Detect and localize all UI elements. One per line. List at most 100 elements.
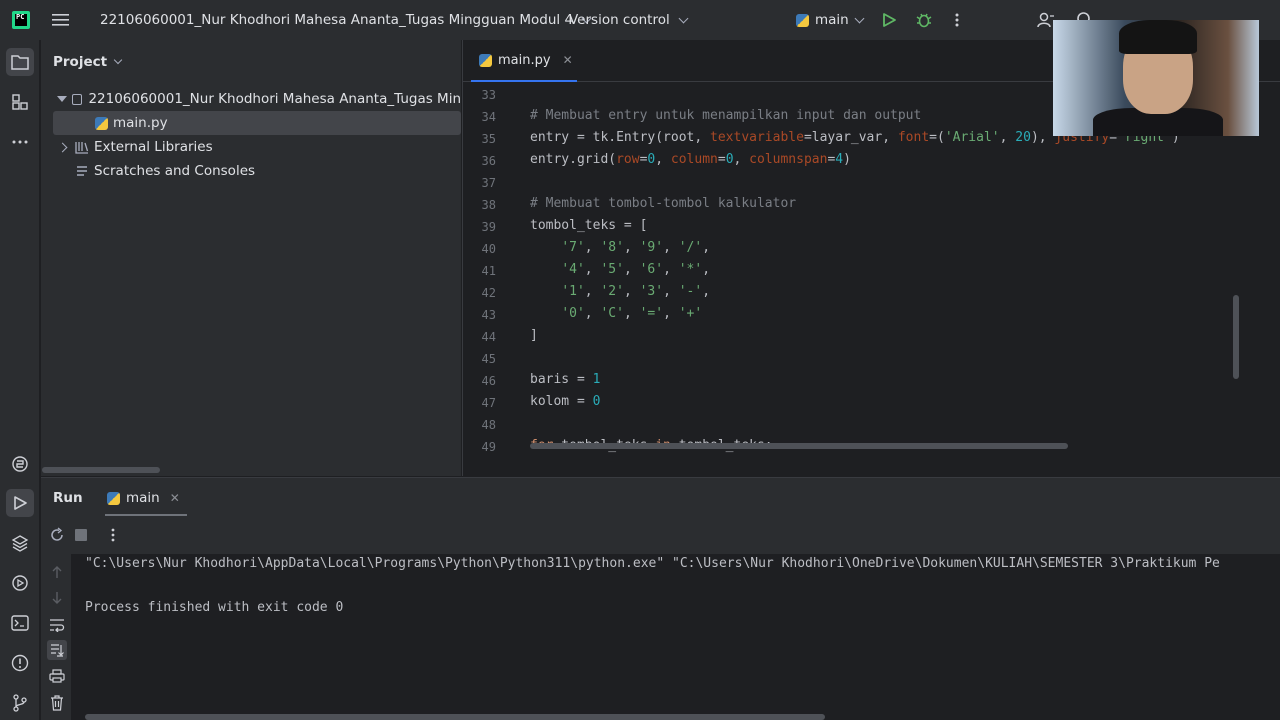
clear-all-button[interactable] <box>47 693 67 713</box>
stop-button[interactable] <box>71 525 91 545</box>
more-tools-button[interactable] <box>6 128 34 156</box>
python-file-icon <box>107 491 120 505</box>
left-tool-strip <box>0 40 40 720</box>
webcam-overlay <box>1053 20 1259 136</box>
editor-vertical-scrollbar[interactable] <box>1233 295 1239 379</box>
tree-item-main-py[interactable]: main.py <box>53 111 461 135</box>
python-file-icon <box>95 116 108 130</box>
run-tool-button[interactable] <box>6 489 34 517</box>
run-tab-main[interactable]: main ✕ <box>105 482 187 516</box>
terminal-icon <box>11 615 29 631</box>
python-file-icon <box>479 53 492 67</box>
code-line[interactable]: '7', '8', '9', '/', <box>530 240 710 255</box>
folder-icon <box>11 55 29 70</box>
console-line: "C:\Users\Nur Khodhori\AppData\Local\Pro… <box>85 556 1220 571</box>
code-line[interactable]: kolom = 0 <box>530 394 600 409</box>
chevron-down-icon <box>854 13 865 23</box>
project-horizontal-scrollbar[interactable] <box>42 467 160 473</box>
print-button[interactable] <box>47 666 67 686</box>
editor-horizontal-scrollbar[interactable] <box>530 443 1068 449</box>
line-number: 40 <box>481 242 496 256</box>
line-number: 35 <box>481 132 496 146</box>
more-horizontal-icon <box>12 140 28 144</box>
line-number: 36 <box>481 154 496 168</box>
python-packages-button[interactable] <box>6 450 34 478</box>
code-line[interactable]: # Membuat tombol-tombol kalkulator <box>530 196 796 211</box>
scroll-down-button[interactable] <box>47 588 67 608</box>
run-icon <box>14 496 27 510</box>
run-button[interactable] <box>882 0 896 40</box>
problems-tool-button[interactable] <box>6 649 34 677</box>
line-number: 44 <box>481 330 496 344</box>
python-console-button[interactable] <box>6 569 34 597</box>
line-number: 41 <box>481 264 496 278</box>
code-line[interactable]: '4', '5', '6', '*', <box>530 262 710 277</box>
project-tool-button[interactable] <box>6 48 34 76</box>
run-icon <box>883 13 896 27</box>
vcs-tool-button[interactable] <box>6 689 34 717</box>
project-panel-header[interactable]: Project <box>53 54 123 70</box>
editor-tab-label: main.py <box>498 52 551 68</box>
project-name: 22106060001_Nur Khodhori Mahesa Ananta_T… <box>100 12 574 28</box>
scroll-to-end-button[interactable] <box>47 640 67 660</box>
python-packages-icon <box>12 456 28 472</box>
close-icon[interactable]: ✕ <box>563 53 573 67</box>
scratches-icon <box>77 166 87 176</box>
tree-item-external-libraries[interactable]: External Libraries <box>41 135 461 159</box>
folder-icon <box>71 93 83 105</box>
main-menu-button[interactable] <box>52 0 70 40</box>
code-line[interactable]: # Membuat entry untuk menampilkan input … <box>530 108 921 123</box>
run-tab-label: main <box>126 490 160 506</box>
run-more-options-button[interactable] <box>103 525 123 545</box>
services-tool-button[interactable] <box>6 529 34 557</box>
chevron-down-icon <box>113 55 123 65</box>
console-horizontal-scrollbar[interactable] <box>85 714 825 720</box>
pycharm-logo-icon: PC <box>12 11 30 29</box>
user-icon <box>1037 12 1054 28</box>
stop-icon <box>75 529 87 541</box>
console-output[interactable]: "C:\Users\Nur Khodhori\AppData\Local\Pro… <box>71 554 1280 720</box>
code-line[interactable]: baris = 1 <box>530 372 600 387</box>
tree-item-label: External Libraries <box>94 139 213 155</box>
collapse-arrow-icon[interactable] <box>54 142 70 152</box>
run-config-selector[interactable]: main <box>796 0 865 40</box>
more-vertical-icon <box>955 13 959 27</box>
version-control-label: Version control <box>569 12 670 28</box>
trash-icon <box>51 695 63 711</box>
run-panel-title: Run <box>53 490 83 506</box>
hamburger-menu-icon <box>52 14 69 26</box>
play-circle-icon <box>12 575 28 591</box>
more-actions-button[interactable] <box>954 0 960 40</box>
code-line[interactable]: tombol_teks = [ <box>530 218 647 233</box>
line-number: 39 <box>481 220 496 234</box>
tree-item-label: main.py <box>113 115 168 131</box>
editor-tab-main-py[interactable]: main.py ✕ <box>471 40 577 82</box>
code-line[interactable]: entry.grid(row=0, column=0, columnspan=4… <box>530 152 851 167</box>
code-line[interactable]: '1', '2', '3', '-', <box>530 284 710 299</box>
account-button[interactable] <box>1036 0 1054 40</box>
code-line[interactable]: '0', 'C', '=', '+' <box>530 306 702 321</box>
line-number: 43 <box>481 308 496 322</box>
line-number: 42 <box>481 286 496 300</box>
tree-item-scratches[interactable]: Scratches and Consoles <box>41 159 461 183</box>
tree-item-project-root[interactable]: 22106060001_Nur Khodhori Mahesa Ananta_T… <box>41 87 461 111</box>
console-line: Process finished with exit code 0 <box>85 600 344 615</box>
version-control-menu[interactable]: Version control <box>569 0 689 40</box>
scroll-up-button[interactable] <box>47 562 67 582</box>
run-config-label: main <box>815 12 849 28</box>
chevron-down-icon <box>678 13 689 23</box>
arrow-down-icon <box>52 592 62 604</box>
code-line[interactable]: ] <box>530 328 538 343</box>
terminal-tool-button[interactable] <box>6 609 34 637</box>
expand-arrow-icon[interactable] <box>56 96 68 102</box>
rerun-button[interactable] <box>47 525 67 545</box>
structure-tool-button[interactable] <box>6 88 34 116</box>
project-selector[interactable]: 22106060001_Nur Khodhori Mahesa Ananta_T… <box>100 0 592 40</box>
soft-wrap-icon <box>50 619 65 632</box>
scroll-to-end-icon <box>51 644 64 657</box>
close-icon[interactable]: ✕ <box>170 491 180 505</box>
debug-button[interactable] <box>915 0 933 40</box>
problems-icon <box>11 654 29 672</box>
soft-wrap-button[interactable] <box>47 615 67 635</box>
webcam-person-hair <box>1119 20 1197 54</box>
